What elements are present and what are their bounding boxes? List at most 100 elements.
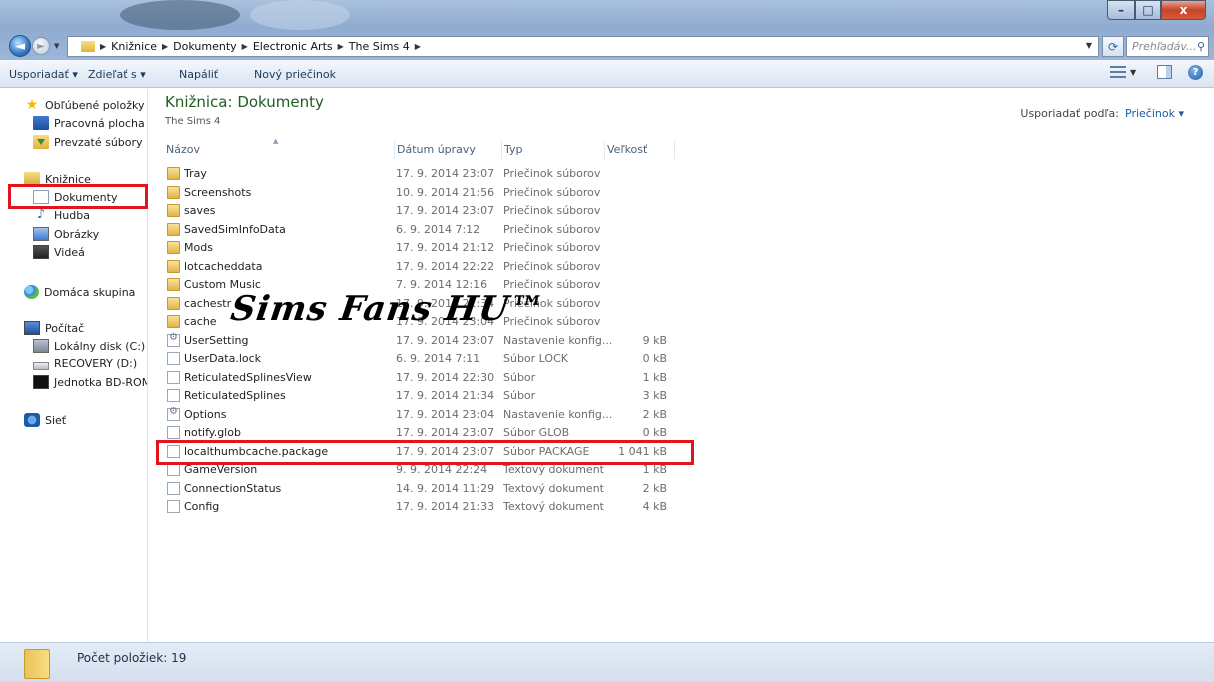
folder-icon	[24, 649, 50, 679]
file-type: Nastavenie konfig...	[503, 407, 613, 421]
sidebar-item-favorites[interactable]: ★ Obľúbené položky	[24, 98, 145, 112]
homegroup-icon	[24, 285, 39, 299]
desktop-icon	[33, 116, 49, 130]
sidebar-item-pictures[interactable]: Obrázky	[33, 227, 99, 241]
file-type: Súbor GLOB	[503, 426, 570, 439]
burn-button[interactable]: Napáliť	[179, 68, 218, 81]
chevron-down-icon: ▼	[1130, 67, 1137, 77]
breadcrumb-item-documents[interactable]: Dokumenty	[173, 40, 236, 53]
recent-pages-dropdown[interactable]: ▼	[54, 42, 59, 50]
library-subtitle: The Sims 4	[165, 116, 221, 127]
sidebar-item-downloads[interactable]: Prevzaté súbory	[33, 135, 143, 149]
chevron-right-icon[interactable]: ▶	[162, 42, 168, 51]
folder-icon	[167, 278, 180, 291]
folder-icon	[81, 41, 95, 52]
file-row[interactable]: saves 17. 9. 2014 23:07 Priečinok súborov	[165, 202, 705, 221]
file-row[interactable]: ConnectionStatus 14. 9. 2014 11:29 Textový…	[165, 480, 705, 499]
pictures-icon	[33, 227, 49, 241]
sidebar-item-label: Jednotka BD-ROM (F	[54, 375, 147, 389]
file-type: Priečinok súborov	[503, 259, 601, 273]
column-header-size[interactable]: Veľkosť	[605, 141, 675, 159]
file-row[interactable]: Tray 17. 9. 2014 23:07 Priečinok súborov	[165, 165, 705, 184]
file-row[interactable]: UserSetting 17. 9. 2014 23:07 Nastavenie k…	[165, 332, 705, 351]
sidebar-item-bd-rom[interactable]: Jednotka BD-ROM (F	[33, 375, 147, 389]
change-view-button[interactable]: ▼	[1110, 65, 1136, 79]
file-row[interactable]: Screenshots 10. 9. 2014 21:56 Priečinok sú…	[165, 184, 705, 203]
arrange-by: Usporiadať podľa: Priečinok ▾	[1020, 107, 1184, 120]
search-placeholder: Prehľadáv...	[1132, 40, 1197, 53]
navigation-pane: ★ Obľúbené položky Pracovná plocha Prevz…	[0, 89, 148, 642]
file-type: Textový dokument	[503, 481, 604, 495]
chevron-right-icon[interactable]: ▶	[415, 42, 421, 51]
file-row[interactable]: UserData.lock 6. 9. 2014 7:11 Súbor LOCK 0 …	[165, 350, 705, 369]
breadcrumb-item-the-sims-4[interactable]: The Sims 4	[349, 40, 410, 53]
close-button[interactable]: x	[1161, 0, 1206, 20]
sidebar-item-label: Lokálny disk (C:)	[54, 339, 146, 353]
file-size: 0 kB	[642, 426, 667, 439]
column-header-name[interactable]: Názov	[164, 141, 395, 159]
chevron-right-icon[interactable]: ▶	[338, 42, 344, 51]
preview-pane-button[interactable]	[1157, 65, 1172, 79]
search-icon[interactable]: ⚲	[1197, 40, 1208, 53]
arrange-by-dropdown[interactable]: Priečinok ▾	[1125, 107, 1184, 120]
video-icon	[33, 245, 49, 259]
address-dropdown-icon[interactable]: ▼	[1086, 41, 1092, 50]
refresh-button[interactable]: ⟳	[1102, 36, 1124, 57]
file-icon	[167, 481, 180, 495]
file-date: 17. 9. 2014 23:04	[396, 407, 495, 421]
organize-menu-button[interactable]: Usporiadať ▾	[9, 68, 78, 81]
sidebar-item-label: Pracovná plocha	[54, 116, 145, 130]
column-header-type[interactable]: Typ	[502, 141, 605, 159]
file-date: 14. 9. 2014 11:29	[396, 481, 495, 495]
column-header-date[interactable]: Dátum úpravy	[395, 141, 502, 159]
folder-icon	[167, 296, 180, 310]
file-date: 17. 9. 2014 21:12	[396, 241, 495, 254]
file-name: cachestr	[184, 296, 232, 310]
file-row[interactable]: SavedSimInfoData 6. 9. 2014 7:12 Priečinok…	[165, 221, 705, 240]
file-row[interactable]: Mods 17. 9. 2014 21:12 Priečinok súborov	[165, 239, 705, 258]
folder-icon	[167, 204, 180, 217]
sidebar-item-videos[interactable]: Videá	[33, 245, 85, 259]
file-row[interactable]: Options 17. 9. 2014 23:04 Nastavenie konfi…	[165, 406, 705, 425]
sidebar-item-music[interactable]: ♪ Hudba	[33, 208, 90, 222]
sidebar-item-network[interactable]: Sieť	[24, 413, 66, 427]
sidebar-item-homegroup[interactable]: Domáca skupina	[24, 285, 135, 299]
forward-button[interactable]: ►	[32, 37, 50, 55]
address-bar[interactable]: ▶ Knižnice ▶ Dokumenty ▶ Electronic Arts…	[67, 36, 1099, 57]
command-bar: Usporiadať ▾ Zdieľať s ▾ Napáliť Nový pr…	[0, 60, 1214, 88]
file-date: 17. 9. 2014 23:07	[396, 333, 495, 347]
item-count: Počet položiek: 19	[77, 651, 187, 665]
back-button[interactable]: ◄	[9, 35, 31, 57]
breadcrumb-item-electronic-arts[interactable]: Electronic Arts	[253, 40, 333, 53]
file-date: 17. 9. 2014 23:07	[396, 426, 495, 439]
file-type: Súbor	[503, 389, 536, 402]
chevron-right-icon[interactable]: ▶	[100, 42, 106, 51]
view-list-icon	[1110, 65, 1126, 79]
arrange-by-label: Usporiadať podľa:	[1020, 107, 1120, 120]
sidebar-item-computer[interactable]: Počítač	[24, 321, 84, 335]
sidebar-item-local-disk[interactable]: Lokálny disk (C:)	[33, 339, 145, 353]
file-date: 17. 9. 2014 21:33	[396, 500, 495, 513]
file-name: UserData.lock	[184, 352, 262, 365]
file-type: Nastavenie konfig...	[503, 333, 613, 347]
sidebar-item-desktop[interactable]: Pracovná plocha	[33, 116, 145, 130]
share-with-menu-button[interactable]: Zdieľať s ▾	[88, 68, 146, 81]
file-row[interactable]: lotcacheddata 17. 9. 2014 22:22 Priečinok …	[165, 258, 705, 277]
minimize-button[interactable]: –	[1107, 0, 1135, 20]
file-date: 17. 9. 2014 22:30	[396, 370, 495, 384]
file-row[interactable]: Config 17. 9. 2014 21:33 Textový dokument 4…	[165, 498, 705, 517]
drive-icon	[33, 361, 49, 370]
search-input[interactable]: Prehľadáv... ⚲	[1126, 36, 1209, 57]
help-button[interactable]: ?	[1188, 65, 1203, 80]
file-row[interactable]: ReticulatedSplines 17. 9. 2014 21:34 Súbor…	[165, 387, 705, 406]
maximize-button[interactable]: □	[1135, 0, 1161, 20]
chevron-right-icon[interactable]: ▶	[242, 42, 248, 51]
background-blur	[250, 0, 350, 30]
file-row[interactable]: ReticulatedSplinesView 17. 9. 2014 22:30 S…	[165, 369, 705, 388]
help-icon: ?	[1188, 65, 1203, 80]
breadcrumb-item-libraries[interactable]: Knižnice	[111, 40, 157, 53]
file-size: 0 kB	[642, 352, 667, 365]
new-folder-button[interactable]: Nový priečinok	[254, 68, 336, 81]
file-size: 2 kB	[642, 481, 667, 495]
sidebar-item-recovery[interactable]: RECOVERY (D:)	[33, 357, 137, 370]
